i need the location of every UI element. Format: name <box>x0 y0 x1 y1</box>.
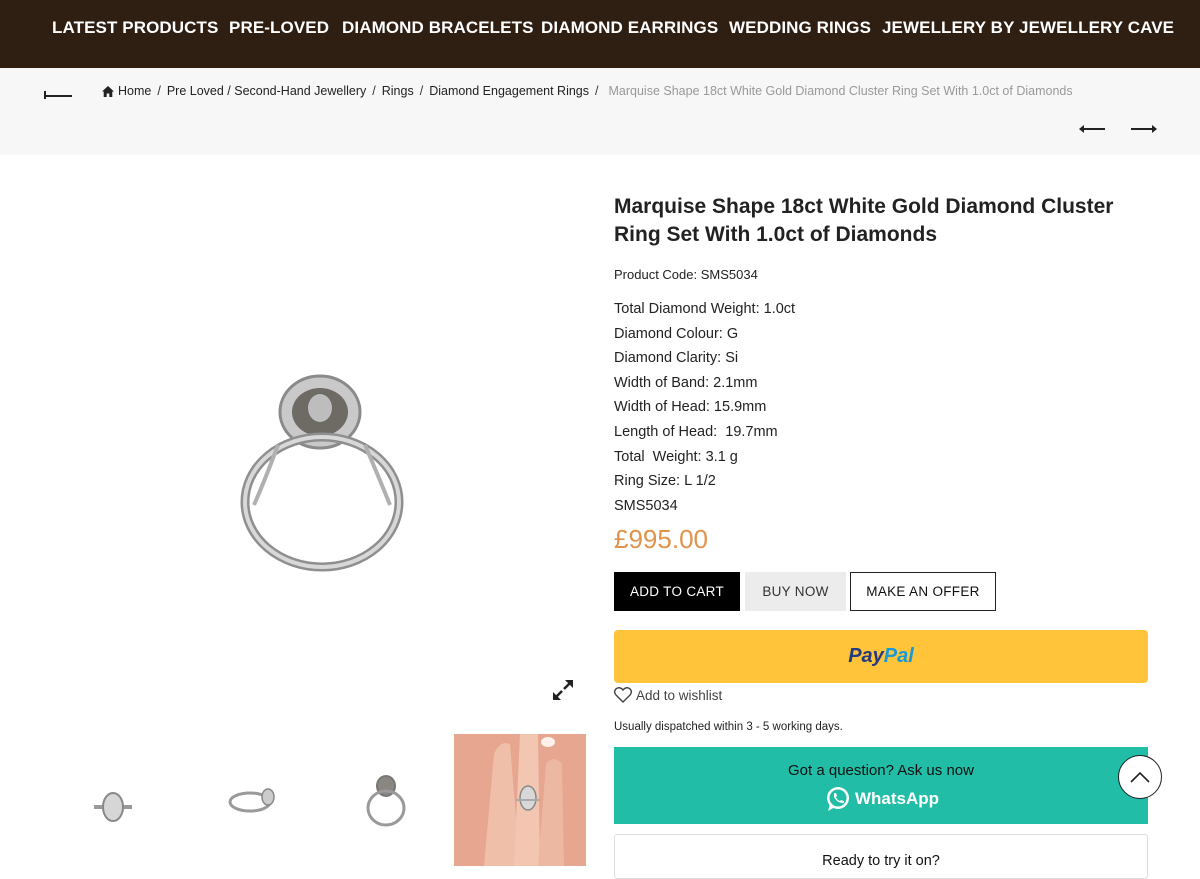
product-code: Product Code: SMS5034 <box>614 267 758 282</box>
breadcrumb-separator: / <box>157 84 161 98</box>
right-arrow-icon[interactable] <box>1130 124 1158 134</box>
nav-wedding-rings[interactable]: WEDDING RINGS <box>729 18 871 38</box>
paypal-logo-pal: Pal <box>883 645 914 667</box>
nav-diamond-bracelets[interactable]: DIAMOND BRACELETS <box>342 18 534 38</box>
try-it-on-label: Ready to try it on? <box>822 853 940 869</box>
spec-total-weight: Total Weight: 3.1 g <box>614 448 738 465</box>
whatsapp-question: Got a question? Ask us now <box>788 762 974 779</box>
ring-on-hand-thumb[interactable] <box>454 734 586 866</box>
wishlist-label: Add to wishlist <box>636 687 723 703</box>
spec-width-of-head: Width of Head: 15.9mm <box>614 399 767 416</box>
spec-total-diamond-weight: Total Diamond Weight: 1.0ct <box>614 301 796 317</box>
left-arrow-icon[interactable] <box>1078 124 1106 134</box>
breadcrumb-pre-loved[interactable]: Pre Loved / Second-Hand Jewellery <box>167 84 366 98</box>
product-title: Marquise Shape 18ct White Gold Diamond C… <box>614 195 1114 246</box>
spec-ring-size: Ring Size: L 1/2 <box>614 473 716 490</box>
whatsapp-label: WhatsApp <box>855 789 940 808</box>
breadcrumb-separator: / <box>372 84 376 98</box>
breadcrumb-separator: / <box>595 84 599 98</box>
whatsapp-label-group: WhatsApp <box>825 786 939 812</box>
ring-top-view-thumb[interactable] <box>46 734 178 866</box>
breadcrumb-diamond-engagement-rings[interactable]: Diamond Engagement Rings <box>429 84 589 98</box>
breadcrumb-current: Marquise Shape 18ct White Gold Diamond C… <box>608 84 1073 98</box>
spec-diamond-clarity: Diamond Clarity: Si <box>614 350 739 367</box>
paypal-logo-pay: Pay <box>848 645 884 667</box>
try-it-on-box[interactable]: Ready to try it on? <box>614 834 1148 879</box>
nav-pre-loved[interactable]: PRE-LOVED <box>229 18 329 38</box>
home-icon <box>102 85 114 97</box>
nav-diamond-earrings[interactable]: DIAMOND EARRINGS <box>541 18 718 38</box>
product-specs: Total Diamond Weight: 1.0ct Diamond Colo… <box>614 298 795 519</box>
add-to-cart-button[interactable]: ADD TO CART <box>614 572 740 611</box>
add-to-wishlist-link[interactable]: Add to wishlist <box>614 687 722 703</box>
breadcrumb: Home / Pre Loved / Second-Hand Jewellery… <box>102 84 1073 98</box>
long-left-arrow-icon[interactable] <box>43 90 73 100</box>
scroll-to-top-button[interactable] <box>1118 755 1162 799</box>
whatsapp-icon <box>827 787 849 811</box>
product-price: £995.00 <box>614 524 708 554</box>
top-navigation: LATEST PRODUCTS PRE-LOVED DIAMOND BRACEL… <box>0 0 1200 68</box>
breadcrumb-home[interactable]: Home <box>118 84 151 98</box>
nav-jewellery-by-jewellery-cave[interactable]: JEWELLERY BY JEWELLERY CAVE <box>882 18 1174 38</box>
make-an-offer-button[interactable]: MAKE AN OFFER <box>850 572 996 611</box>
heart-icon <box>614 687 632 703</box>
ring-main-image[interactable] <box>40 190 585 710</box>
chevron-up-icon <box>1130 771 1150 783</box>
spec-diamond-colour: Diamond Colour: G <box>614 325 739 342</box>
buy-now-button[interactable]: BUY NOW <box>745 572 846 611</box>
dispatch-info: Usually dispatched within 3 - 5 working … <box>614 721 843 733</box>
spec-sku: SMS5034 <box>614 497 678 514</box>
spec-width-of-band: Width of Band: 2.1mm <box>614 374 758 391</box>
nav-latest-products[interactable]: LATEST PRODUCTS <box>52 18 218 38</box>
breadcrumb-bar: Home / Pre Loved / Second-Hand Jewellery… <box>0 68 1200 155</box>
ring-front-view-thumb[interactable] <box>320 734 452 866</box>
spec-length-of-head: Length of Head: 19.7mm <box>614 423 778 440</box>
whatsapp-contact-button[interactable]: Got a question? Ask us now WhatsApp <box>614 747 1148 824</box>
breadcrumb-separator: / <box>419 84 424 98</box>
paypal-button[interactable]: Pay Pal <box>614 630 1148 683</box>
breadcrumb-rings[interactable]: Rings <box>382 84 414 98</box>
expand-icon[interactable] <box>552 679 574 701</box>
ring-side-view-thumb[interactable] <box>186 734 318 866</box>
